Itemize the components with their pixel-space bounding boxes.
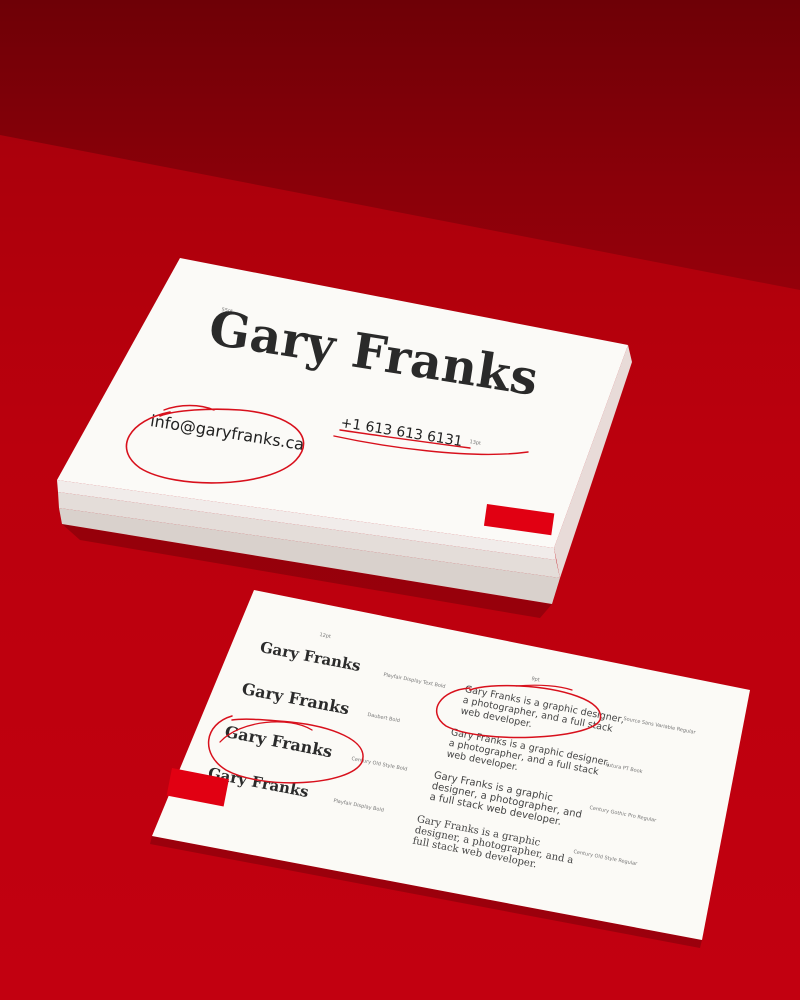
photo-scene: 55pt Gary Franks info@garyfranks.ca +1 6… xyxy=(0,0,800,1000)
size-annotation: 9pt xyxy=(530,676,541,684)
